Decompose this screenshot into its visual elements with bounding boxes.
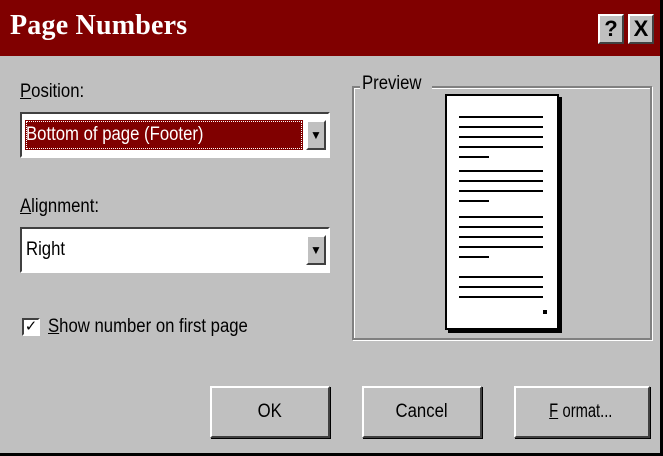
page-numbers-dialog: Page Numbers ? X Position: Bottom of pag… [0, 0, 663, 456]
help-button[interactable]: ? [598, 14, 624, 44]
alignment-dropdown-button[interactable]: ▼ [306, 235, 326, 265]
ok-button[interactable]: OK [210, 386, 330, 438]
chevron-down-icon: ▼ [310, 243, 322, 257]
chevron-down-icon: ▼ [310, 128, 322, 142]
alignment-dropdown[interactable]: Right ▼ [20, 227, 330, 273]
position-dropdown-button[interactable]: ▼ [306, 120, 326, 150]
show-number-label-mnemonic: S [48, 316, 60, 337]
preview-text-line [459, 216, 543, 218]
preview-text-line [459, 116, 543, 118]
preview-text-line [459, 226, 543, 228]
format-mnemonic: F [549, 401, 559, 422]
position-value: Bottom of page (Footer) [25, 120, 303, 150]
preview-text-line [459, 190, 543, 192]
position-label-text: osition: [31, 81, 85, 102]
close-button[interactable]: X [628, 14, 654, 44]
preview-page-number-marker [543, 310, 547, 314]
preview-text-line [459, 276, 543, 278]
preview-text-line [459, 180, 543, 182]
position-label: Position: [20, 81, 84, 103]
preview-text-line [459, 200, 489, 202]
dialog-title: Page Numbers [10, 10, 188, 41]
format-label-text: ormat... [562, 401, 613, 422]
preview-text-line [459, 126, 543, 128]
checkmark-icon: ✓ [24, 318, 38, 335]
preview-group-title: Preview [360, 73, 432, 95]
alignment-value-text: Right [26, 239, 66, 260]
position-label-mnemonic: P [20, 81, 32, 102]
preview-text-line [459, 236, 543, 238]
preview-title-text: Preview [362, 73, 422, 94]
show-number-first-page-label[interactable]: Show number on first page [48, 316, 248, 338]
preview-text-line [459, 170, 543, 172]
preview-text-line [459, 256, 489, 258]
preview-text-line [459, 296, 543, 298]
ok-button-label: OK [257, 401, 283, 422]
preview-text-line [459, 246, 543, 248]
cancel-button[interactable]: Cancel [362, 386, 482, 438]
show-number-label-text: how number on first page [59, 316, 248, 337]
alignment-label: Alignment: [20, 196, 99, 218]
title-bar[interactable]: Page Numbers ? X [0, 0, 660, 56]
alignment-value: Right [25, 235, 303, 265]
preview-text-line [459, 156, 489, 158]
show-number-first-page-checkbox[interactable]: ✓ [22, 318, 40, 336]
position-dropdown[interactable]: Bottom of page (Footer) ▼ [20, 112, 330, 158]
preview-text-line [459, 146, 543, 148]
alignment-label-text: lignment: [31, 196, 100, 217]
preview-text-line [459, 286, 543, 288]
format-button-label: Format... [549, 388, 616, 436]
preview-text-line [459, 136, 543, 138]
preview-page [445, 94, 559, 330]
position-value-text: Bottom of page (Footer) [26, 124, 204, 145]
alignment-label-mnemonic: A [20, 196, 32, 217]
cancel-button-label: Cancel [395, 401, 449, 422]
format-button[interactable]: Format... [514, 386, 650, 438]
